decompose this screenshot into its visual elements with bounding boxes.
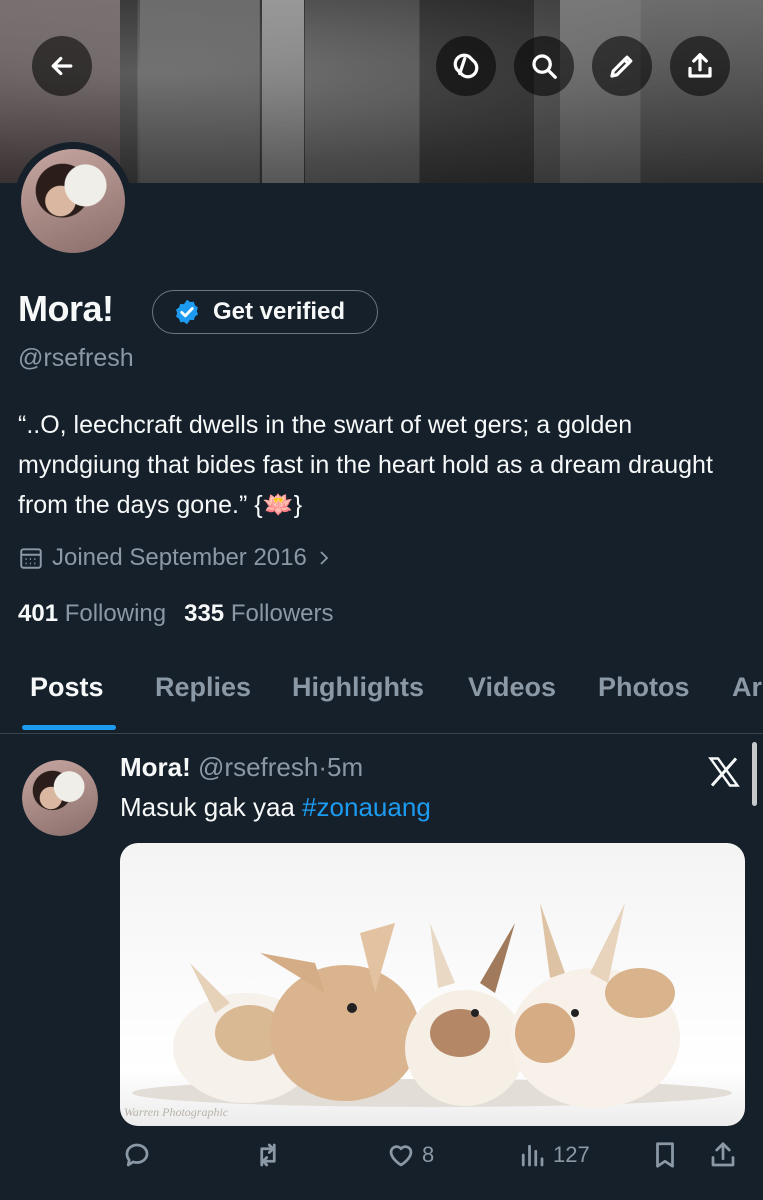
post-image[interactable]: Warren Photographic (120, 843, 745, 1126)
share-icon (711, 1142, 735, 1167)
follow-stats: 401 Following 335 Followers (18, 600, 334, 628)
avatar-image (22, 760, 98, 836)
calendar-icon (20, 548, 42, 569)
views-icon (521, 1144, 544, 1167)
profile-handle: @rsefresh (18, 344, 134, 372)
share-button[interactable] (670, 36, 730, 96)
following-label: Following (64, 600, 167, 627)
x-logo-icon[interactable] (706, 754, 742, 790)
profile-avatar[interactable] (14, 142, 132, 260)
profile-tabs: Posts Replies Highlights Videos Photos A… (0, 668, 763, 734)
following-count: 401 (18, 600, 59, 627)
repost-button[interactable] (253, 1140, 283, 1170)
bookmark-button[interactable] (650, 1140, 680, 1170)
tab-photos[interactable]: Photos (598, 672, 690, 703)
post-author-handle[interactable]: @rsefresh (198, 752, 318, 782)
tab-videos[interactable]: Videos (468, 672, 556, 703)
sync-button[interactable] (436, 36, 496, 96)
tab-replies[interactable]: Replies (155, 672, 251, 703)
views-button[interactable]: 127 (517, 1140, 590, 1170)
hashtag-link[interactable]: #zonauang (302, 792, 431, 822)
arrow-left-icon (51, 56, 73, 76)
tabs-divider (0, 733, 763, 734)
scrollbar[interactable] (752, 742, 757, 806)
share-icon (688, 53, 712, 78)
edit-button[interactable] (592, 36, 652, 96)
view-count: 127 (553, 1142, 590, 1167)
post-time[interactable]: 5m (327, 752, 363, 782)
like-button[interactable]: 8 (386, 1140, 434, 1170)
image-watermark: Warren Photographic (124, 1105, 229, 1119)
profile-banner[interactable] (0, 0, 763, 183)
get-verified-label: Get verified (213, 298, 346, 325)
pencil-icon (610, 55, 633, 78)
tab-highlights[interactable]: Highlights (292, 672, 424, 703)
post-text: Masuk gak yaa #zonauang (120, 792, 431, 823)
post-avatar[interactable] (22, 760, 98, 836)
post-separator: · (318, 752, 328, 782)
tab-articles[interactable]: Ar (732, 672, 762, 703)
repost-icon (260, 1143, 276, 1167)
search-icon (532, 54, 557, 79)
reply-button[interactable] (122, 1140, 152, 1170)
sync-icon (453, 53, 479, 79)
heart-icon (389, 1145, 413, 1167)
get-verified-button[interactable]: Get verified (152, 290, 378, 334)
joined-date[interactable]: Joined September 2016 (18, 544, 341, 572)
banner-decoration (262, 0, 304, 183)
banner-decoration (140, 0, 260, 183)
followers-label: Followers (230, 600, 334, 627)
following-link[interactable]: 401 Following (18, 600, 166, 627)
reply-icon (125, 1143, 149, 1167)
share-post-button[interactable] (708, 1140, 738, 1170)
avatar-image (21, 149, 125, 253)
profile-bio: “..O, leechcraft dwells in the swart of … (18, 411, 713, 519)
verified-badge-icon (176, 299, 198, 325)
post-body: Masuk gak yaa (120, 792, 303, 822)
search-button[interactable] (514, 36, 574, 96)
profile-name: Mora! (18, 288, 114, 329)
followers-count: 335 (184, 600, 225, 627)
active-tab-indicator (22, 725, 116, 730)
rabbits-image (132, 903, 732, 1108)
tab-posts[interactable]: Posts (30, 672, 104, 703)
post-header: Mora! @rsefresh·5m (120, 752, 363, 783)
joined-label: Joined September 2016 (52, 544, 307, 571)
chevron-right-icon (320, 551, 329, 565)
like-count: 8 (422, 1142, 435, 1167)
followers-link[interactable]: 335 Followers (184, 600, 333, 627)
back-button[interactable] (32, 36, 92, 96)
post-actions: 8 127 (0, 1140, 763, 1180)
bookmark-icon (656, 1142, 674, 1168)
post-author-name[interactable]: Mora! (120, 752, 191, 782)
